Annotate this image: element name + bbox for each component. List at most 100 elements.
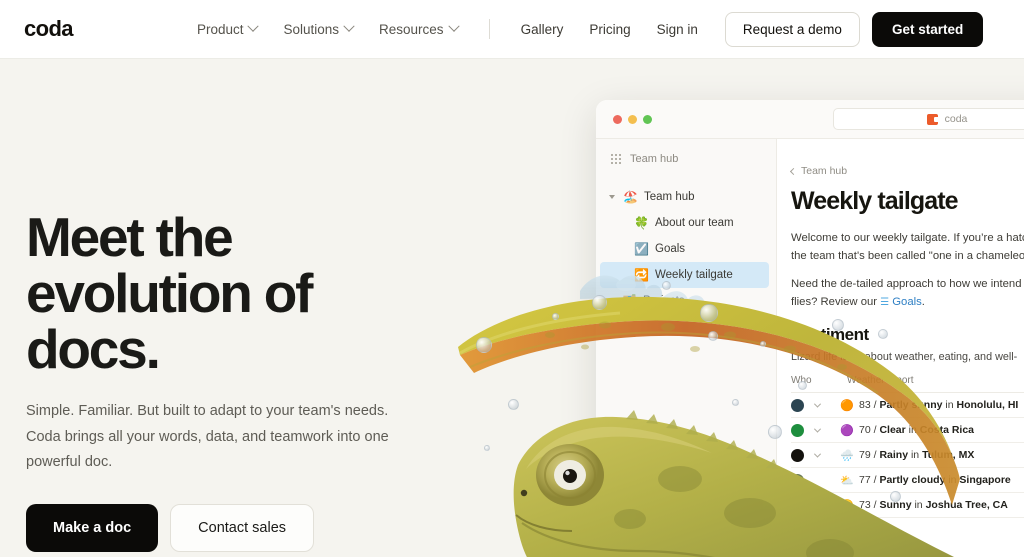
- sidebar-workspace-header[interactable]: Team hub: [596, 148, 776, 170]
- chevron-down-icon: [447, 20, 460, 32]
- table-row[interactable]: 🟡 73 / Sunny in Joshua Tree, CA: [791, 493, 1024, 518]
- sidebar-workspace-label: Team hub: [630, 153, 679, 165]
- sidebar-item-about-our-team[interactable]: 🍀 About our team: [596, 210, 776, 236]
- request-demo-button[interactable]: Request a demo: [724, 11, 860, 47]
- weather-report-cell: 77 / Partly cloudy in Singapore: [859, 474, 1011, 486]
- avatar: [791, 423, 804, 437]
- weather-report-cell: 73 / Sunny in Joshua Tree, CA: [859, 499, 1008, 511]
- weather-report-cell: 79 / Rainy in Tulum, MX: [859, 449, 975, 461]
- weather-report-cell: 70 / Clear in Costa Rica: [859, 424, 975, 436]
- hero-copy: Meet the evolution of docs. Simple. Fami…: [26, 209, 426, 552]
- paragraph-2-suffix: .: [921, 295, 925, 308]
- nav-item-resources[interactable]: Resources: [366, 16, 471, 43]
- paragraph-2-line-2: flies? Review our ☰ Goals.: [791, 294, 1024, 312]
- section-note: Lizard life is all about weather, eating…: [791, 351, 1018, 363]
- location: Singapore: [959, 474, 1011, 486]
- chevron-down-icon[interactable]: [813, 425, 822, 433]
- goals-inline-icon: ☰: [880, 296, 890, 308]
- minimize-dot-icon[interactable]: [628, 114, 637, 124]
- document-pane: Team hub Weekly tailgate Welcome to our …: [777, 139, 1024, 557]
- sentiment-table: Who Weather report 🟠 83 / Partly sunny i…: [791, 375, 1024, 518]
- nav-divider: [488, 19, 490, 39]
- location: Honolulu, HI: [956, 399, 1019, 411]
- goals-link[interactable]: Goals: [892, 296, 922, 308]
- column-header-who: Who: [791, 375, 812, 386]
- nav-link-pricing[interactable]: Pricing: [576, 16, 643, 43]
- temp: 83: [859, 399, 871, 411]
- contact-sales-button[interactable]: Contact sales: [170, 503, 315, 552]
- table-header-row: Who Weather report: [791, 375, 1024, 393]
- table-row[interactable]: 🟠 83 / Partly sunny in Honolulu, HI: [791, 393, 1024, 418]
- document-paragraph-2: Need the de-tailed approach to how we in…: [791, 276, 1024, 311]
- temp: 70: [859, 424, 871, 436]
- hero-subtitle: Simple. Familiar. But built to adapt to …: [26, 403, 389, 470]
- hero-title-line-1: Meet the: [26, 206, 234, 268]
- condition: Rainy: [879, 449, 909, 461]
- coda-logo[interactable]: coda: [24, 16, 74, 42]
- condition: Partly sunny: [879, 399, 943, 411]
- chevron-left-icon: [789, 167, 798, 175]
- weather-icon: 🟡: [840, 499, 854, 512]
- maximize-dot-icon[interactable]: [643, 114, 652, 124]
- chevron-down-icon: [247, 20, 260, 32]
- breadcrumb[interactable]: Team hub: [789, 165, 1024, 177]
- avatar: [791, 448, 804, 462]
- nav-label: Resources: [379, 21, 444, 37]
- nav-label: Solutions: [283, 21, 340, 37]
- page-root: coda Product Solutions Resources Gallery…: [0, 0, 1024, 557]
- nav-label: Product: [196, 21, 244, 37]
- grid-icon: [611, 154, 621, 164]
- bubble: [552, 313, 559, 320]
- sidebar-item-projects[interactable]: 🗂️ Projects: [596, 288, 776, 314]
- hero-cta-group: Make a doc Contact sales: [26, 503, 426, 552]
- chameleon-eye: [536, 444, 604, 506]
- close-dot-icon[interactable]: [613, 114, 622, 124]
- condition: Clear: [879, 424, 906, 436]
- condition: Sunny: [879, 499, 912, 511]
- about-team-emoji-icon: 🍀: [634, 216, 649, 230]
- goals-emoji-icon: ☑️: [634, 242, 649, 256]
- nav-item-product[interactable]: Product: [184, 16, 271, 43]
- table-row[interactable]: 🟣 70 / Clear in Costa Rica: [791, 418, 1024, 443]
- chevron-down-icon[interactable]: [609, 195, 615, 199]
- weather-icon: 🌧️: [840, 449, 854, 462]
- table-row[interactable]: ⛅ 77 / Partly cloudy in Singapore: [791, 468, 1024, 493]
- bubble: [476, 337, 492, 353]
- nav-item-solutions[interactable]: Solutions: [270, 16, 366, 43]
- nav-link-sign-in[interactable]: Sign in: [644, 16, 711, 43]
- sidebar-item-weekly-tailgate[interactable]: 🔁 Weekly tailgate: [600, 262, 769, 288]
- weekly-tailgate-emoji-icon: 🔁: [634, 268, 649, 282]
- location: Costa Rica: [919, 424, 975, 436]
- paragraph-1-line-1: Welcome to our weekly tailgate. If you’r…: [791, 232, 1024, 244]
- nav-link-gallery[interactable]: Gallery: [508, 16, 577, 43]
- paragraph-1-line-2: the team that's been called "one in a ch…: [791, 249, 1024, 262]
- url-text: coda: [944, 113, 968, 125]
- paragraph-2-prefix: flies? Review our: [791, 295, 881, 308]
- weather-report-cell: 83 / Partly sunny in Honolulu, HI: [859, 399, 1019, 411]
- condition: Partly cloudy: [879, 474, 946, 486]
- weather-icon: 🟠: [840, 399, 854, 412]
- bubble: [484, 445, 490, 451]
- chevron-down-icon[interactable]: [813, 400, 822, 408]
- browser-url-bar[interactable]: coda: [833, 108, 1024, 130]
- weather-icon: ⛅: [840, 474, 854, 487]
- table-row[interactable]: 🌧️ 79 / Rainy in Tulum, MX: [791, 443, 1024, 468]
- make-a-doc-button[interactable]: Make a doc: [26, 503, 159, 552]
- chevron-down-icon[interactable]: [814, 475, 821, 482]
- sidebar-item-goals[interactable]: ☑️ Goals: [596, 236, 776, 262]
- paragraph-2-line-1: Need the de-tailed approach to how we in…: [791, 278, 1022, 290]
- sidebar-item-label: Weekly tailgate: [655, 269, 733, 281]
- avatar: [791, 498, 804, 512]
- sidebar-item-label: Goals: [655, 243, 686, 255]
- app-window-mockup: coda Team hub 🏖️ Team hub 🍀 About our te…: [596, 100, 1024, 557]
- sidebar-item-team-hub[interactable]: 🏖️ Team hub: [596, 184, 776, 210]
- chevron-down-icon: [343, 20, 355, 32]
- chevron-down-icon[interactable]: [814, 500, 821, 507]
- chevron-down-icon[interactable]: [813, 450, 822, 458]
- section-title-sentiment: Sentiment: [791, 325, 869, 344]
- get-started-button[interactable]: Get started: [871, 11, 984, 47]
- avatar: [791, 398, 804, 412]
- temp: 77: [859, 474, 871, 486]
- primary-nav: Product Solutions Resources Gallery Pric…: [184, 11, 984, 47]
- app-sidebar: Team hub 🏖️ Team hub 🍀 About our team ☑️: [596, 139, 777, 557]
